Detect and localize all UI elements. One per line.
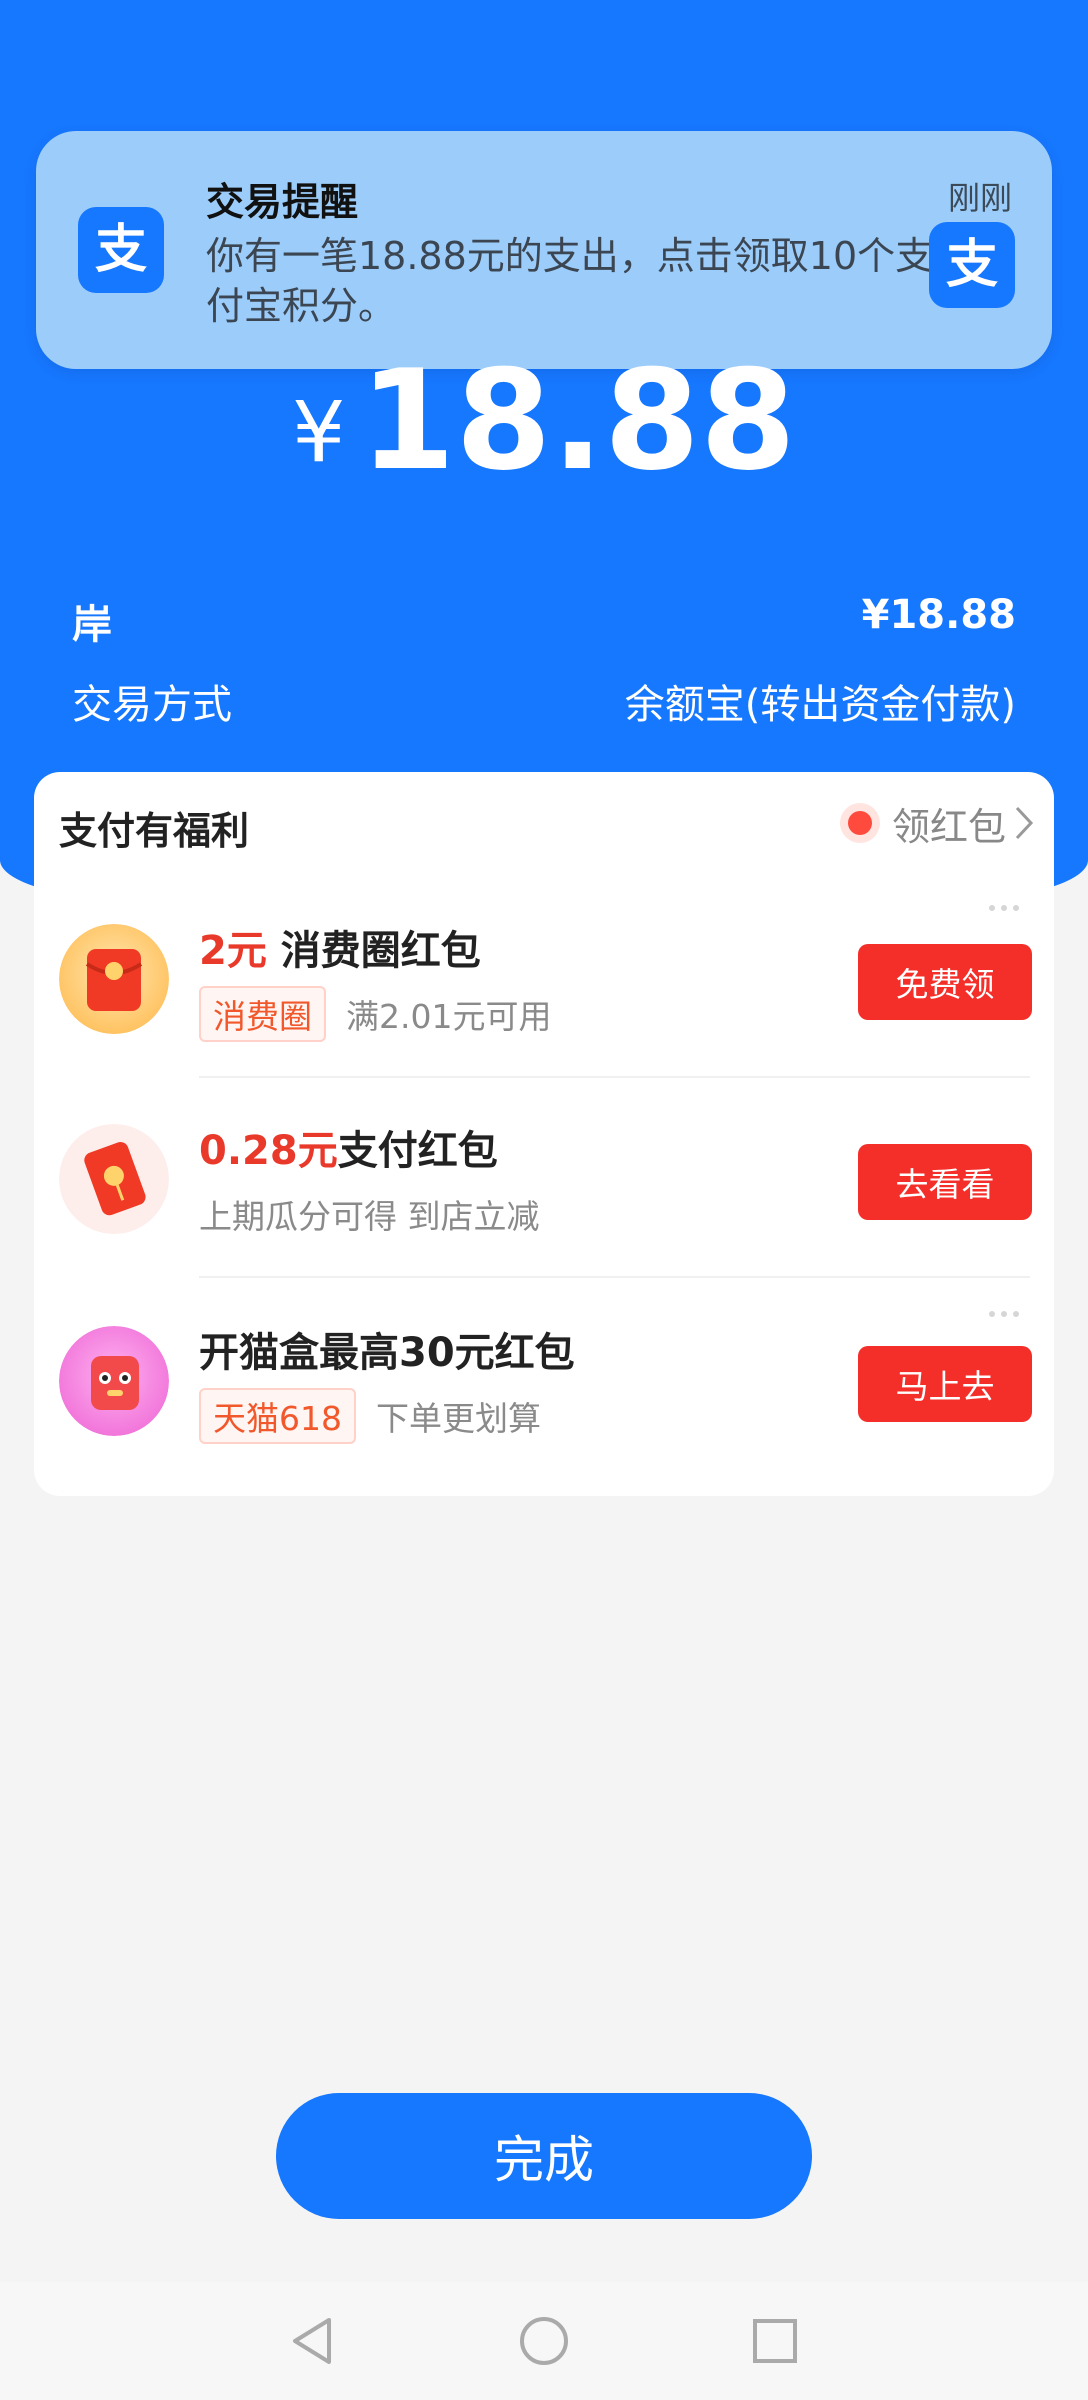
benefit-item[interactable]: 0.28元支付红包 上期瓜分可得 到店立减 去看看 <box>34 1078 1054 1278</box>
currency-symbol: ¥ <box>292 383 346 482</box>
benefit-title: 开猫盒最高30元红包 <box>199 1320 575 1378</box>
benefit-desc: 下单更划算 <box>376 1399 541 1438</box>
go-now-button[interactable]: 马上去 <box>858 1346 1032 1422</box>
benefit-tag: 天猫618 <box>199 1388 356 1444</box>
notification-time: 刚刚 <box>947 179 1012 217</box>
benefit-title: 2元 消费圈红包 <box>199 918 481 976</box>
get-red-packet-label: 领红包 <box>891 804 1006 849</box>
payment-method-row: 交易方式 余额宝(转出资金付款) <box>72 672 1016 732</box>
benefit-desc-row: 天猫618 下单更划算 <box>199 1388 541 1444</box>
payee-amount: ¥18.88 <box>861 592 1016 638</box>
svg-text:支: 支 <box>95 220 147 280</box>
divider <box>199 1276 1030 1278</box>
payment-method-label: 交易方式 <box>72 682 232 728</box>
benefit-amount: 0.28元 <box>199 1128 338 1174</box>
tmall-box-icon <box>59 1326 169 1436</box>
home-circle-icon[interactable] <box>517 2314 571 2368</box>
system-nav-bar <box>0 2282 1088 2400</box>
benefit-name: 消费圈红包 <box>266 928 481 974</box>
claim-free-button[interactable]: 免费领 <box>858 944 1032 1020</box>
benefit-title: 0.28元支付红包 <box>199 1118 498 1176</box>
benefits-title: 支付有福利 <box>59 809 250 853</box>
back-triangle-icon[interactable] <box>285 2314 339 2368</box>
payment-method-value: 余额宝(转出资金付款) <box>624 682 1016 728</box>
red-envelope-icon <box>59 924 169 1034</box>
red-packet-icon <box>839 803 880 843</box>
benefit-desc-row: 上期瓜分可得 到店立减 <box>199 1190 540 1238</box>
notification-title: 交易提醒 <box>206 180 359 224</box>
payment-amount: ¥18.88 <box>0 340 1088 501</box>
benefit-item[interactable]: 2元 消费圈红包 消费圈 满2.01元可用 免费领 <box>34 878 1054 1078</box>
alipay-icon: 支 <box>78 207 164 293</box>
benefit-tag: 消费圈 <box>199 986 326 1042</box>
recents-square-icon[interactable] <box>748 2314 802 2368</box>
transaction-notification[interactable]: 支 交易提醒 刚刚 你有一笔18.88元的支出，点击领取10个支付宝积分。 支 <box>36 131 1052 369</box>
chevron-right-icon <box>1015 806 1034 840</box>
amount-value: 18.88 <box>359 340 796 501</box>
payee-label: 岸 <box>72 602 112 648</box>
payment-red-packet-icon <box>59 1124 169 1234</box>
benefits-card: 支付有福利 领红包 2元 消费圈红包 消费圈 满2.01元可用 免费领 0.28… <box>34 772 1054 1496</box>
payee-row: 岸 ¥18.88 <box>72 592 1016 652</box>
alipay-icon: 支 <box>929 222 1015 308</box>
benefit-name: 开猫盒最高30元红包 <box>199 1330 575 1376</box>
benefit-amount: 2元 <box>199 928 267 974</box>
benefit-desc-row: 消费圈 满2.01元可用 <box>199 986 551 1042</box>
get-red-packet-link[interactable]: 领红包 <box>839 798 1034 849</box>
benefit-name: 支付红包 <box>337 1128 498 1174</box>
notification-body: 你有一笔18.88元的支出，点击领取10个支付宝积分。 <box>206 234 934 328</box>
benefit-desc: 满2.01元可用 <box>346 997 552 1036</box>
go-see-button[interactable]: 去看看 <box>858 1144 1032 1220</box>
benefit-desc: 上期瓜分可得 到店立减 <box>199 1197 540 1236</box>
benefit-item[interactable]: 开猫盒最高30元红包 天猫618 下单更划算 马上去 <box>34 1280 1054 1480</box>
svg-text:支: 支 <box>946 235 998 295</box>
done-button[interactable]: 完成 <box>276 2093 812 2219</box>
